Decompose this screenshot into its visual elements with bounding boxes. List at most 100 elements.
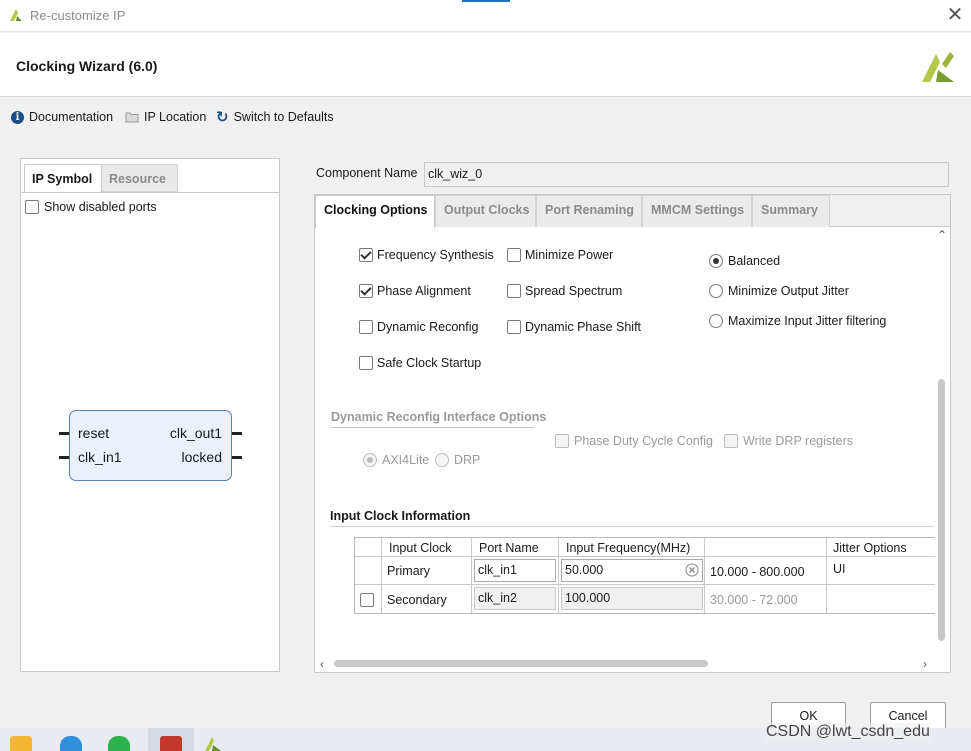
documentation-label: Documentation <box>29 110 114 124</box>
primary-frequency-value: 50.000 <box>565 563 604 577</box>
minimize-power-label: Minimize Power <box>525 248 614 262</box>
window-title: Re-customize IP <box>30 8 126 23</box>
browser-icon[interactable] <box>60 736 82 751</box>
phase-duty-cycle-label: Phase Duty Cycle Config <box>574 434 713 448</box>
vertical-scrollbar[interactable]: ⌃ <box>935 227 949 659</box>
switch-to-defaults-label: Switch to Defaults <box>233 110 334 124</box>
section-divider <box>330 526 934 527</box>
tab-ip-symbol[interactable]: IP Symbol <box>24 164 102 192</box>
xilinx-logo-icon <box>922 52 954 82</box>
tab-output-clocks[interactable]: Output Clocks <box>435 195 536 227</box>
port-reset: reset <box>78 425 110 441</box>
title-bar <box>0 0 971 32</box>
phase-alignment-checkbox[interactable] <box>359 284 373 298</box>
horizontal-scroll-thumb[interactable] <box>334 660 708 667</box>
axi4lite-label: AXI4Lite <box>382 453 430 467</box>
secondary-range: 30.000 - 72.000 <box>705 585 827 613</box>
drp-label: DRP <box>454 453 481 467</box>
write-drp-checkbox[interactable] <box>724 434 738 448</box>
maximize-input-jitter-label: Maximize Input Jitter filtering <box>728 314 887 328</box>
input-clock-section-title: Input Clock Information <box>330 509 471 523</box>
balanced-radio[interactable] <box>709 254 723 268</box>
table-header-input-frequency: Input Frequency(MHz) <box>559 538 705 557</box>
safe-clock-startup-label: Safe Clock Startup <box>377 356 482 370</box>
tab-mmcm-settings[interactable]: MMCM Settings <box>642 195 752 227</box>
spread-spectrum-checkbox[interactable] <box>507 284 521 298</box>
write-drp-label: Write DRP registers <box>743 434 853 448</box>
dynamic-reconfig-section-title: Dynamic Reconfig Interface Options <box>331 410 547 424</box>
pin-clk-in1 <box>59 456 69 459</box>
minimize-power-checkbox[interactable] <box>507 248 521 262</box>
wechat-icon[interactable] <box>108 736 130 751</box>
phase-duty-cycle-checkbox[interactable] <box>555 434 569 448</box>
vivado-icon[interactable] <box>204 736 222 751</box>
title-accent-line <box>462 0 510 2</box>
ip-location-label: IP Location <box>144 110 207 124</box>
table-header-port-name: Port Name <box>472 538 559 557</box>
minimize-output-jitter-radio[interactable] <box>709 284 723 298</box>
scroll-left-icon[interactable]: ‹ <box>320 658 324 670</box>
left-panel: IP Symbol Resource Show disabled ports r… <box>20 158 280 672</box>
refresh-icon: ↻ <box>216 109 229 126</box>
ip-location-button[interactable]: IP Location <box>125 108 206 126</box>
tab-port-renaming[interactable]: Port Renaming <box>536 195 642 227</box>
tab-summary[interactable]: Summary <box>752 195 830 227</box>
port-clk-out1: clk_out1 <box>169 425 222 441</box>
dynamic-phase-shift-label: Dynamic Phase Shift <box>525 320 642 334</box>
info-icon: i <box>11 110 24 124</box>
axi4lite-radio[interactable] <box>363 453 377 467</box>
tab-divider <box>21 192 279 193</box>
table-header-cell <box>355 538 382 557</box>
phase-alignment-label: Phase Alignment <box>377 284 471 298</box>
documentation-button[interactable]: i Documentation <box>11 108 113 126</box>
primary-jitter-option[interactable]: UI <box>827 557 937 585</box>
vertical-scroll-thumb[interactable] <box>938 379 945 641</box>
close-icon[interactable]: ✕ <box>944 4 966 26</box>
table-header-jitter-options: Jitter Options <box>827 538 937 557</box>
app-icon[interactable] <box>160 736 182 751</box>
primary-port-name-input[interactable]: clk_in1 <box>474 559 556 582</box>
component-name-field[interactable]: clk_wiz_0 <box>424 162 949 187</box>
secondary-frequency-input[interactable]: 100.000 <box>561 587 703 610</box>
primary-frequency-input[interactable]: 50.000 <box>561 559 703 582</box>
secondary-clock-checkbox[interactable] <box>360 593 374 607</box>
input-clock-table: Input Clock Port Name Input Frequency(MH… <box>354 537 937 614</box>
maximize-input-jitter-radio[interactable] <box>709 314 723 328</box>
balanced-label: Balanced <box>728 254 781 268</box>
secondary-port-name-input[interactable]: clk_in2 <box>474 587 556 610</box>
horizontal-scrollbar[interactable]: ‹ › <box>315 656 949 672</box>
table-row-select-cell <box>355 557 382 585</box>
show-disabled-ports-label: Show disabled ports <box>44 200 157 214</box>
pin-clk-out1 <box>232 432 242 435</box>
pin-reset <box>59 432 69 435</box>
tab-strip: Clocking Options Output Clocks Port Rena… <box>315 195 950 228</box>
port-locked: locked <box>181 449 222 465</box>
component-name-label: Component Name <box>316 166 418 180</box>
wizard-header: Clocking Wizard (6.0) <box>0 33 971 97</box>
clear-icon[interactable] <box>685 563 699 577</box>
section-underline <box>331 427 534 428</box>
watermark: CSDN @lwt_csdn_edu <box>766 723 930 741</box>
dynamic-reconfig-label: Dynamic Reconfig <box>377 320 479 334</box>
table-header-range <box>705 538 827 557</box>
scroll-right-icon[interactable]: › <box>923 658 927 670</box>
pin-locked <box>232 456 242 459</box>
xilinx-logo-icon <box>10 9 22 21</box>
dynamic-reconfig-checkbox[interactable] <box>359 320 373 334</box>
primary-clock-label: Primary <box>382 557 472 585</box>
right-panel: Clocking Options Output Clocks Port Rena… <box>314 194 951 673</box>
switch-to-defaults-button[interactable]: ↻ Switch to Defaults <box>216 108 334 126</box>
dynamic-phase-shift-checkbox[interactable] <box>507 320 521 334</box>
spread-spectrum-label: Spread Spectrum <box>525 284 623 298</box>
scroll-up-icon[interactable]: ⌃ <box>937 229 947 241</box>
table-header-input-clock: Input Clock <box>382 538 472 557</box>
tab-clocking-options[interactable]: Clocking Options <box>315 195 435 228</box>
file-explorer-icon[interactable] <box>10 736 32 751</box>
folder-icon <box>125 112 139 123</box>
frequency-synthesis-checkbox[interactable] <box>359 248 373 262</box>
port-clk-in1: clk_in1 <box>78 449 122 465</box>
drp-radio[interactable] <box>435 453 449 467</box>
safe-clock-startup-checkbox[interactable] <box>359 356 373 370</box>
tab-resource[interactable]: Resource <box>102 164 178 192</box>
show-disabled-ports-checkbox[interactable] <box>25 200 39 214</box>
